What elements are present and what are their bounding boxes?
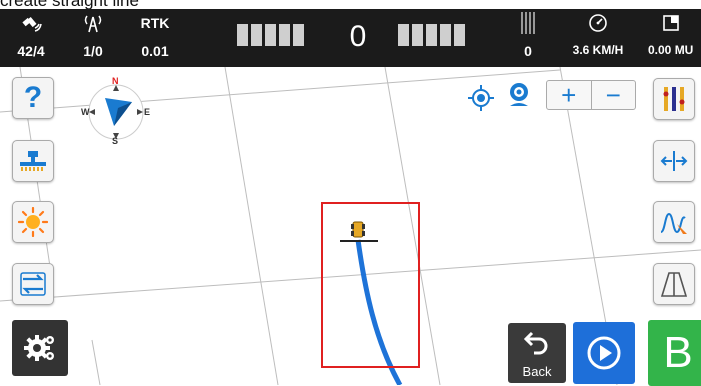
compass[interactable]: N S E W — [80, 76, 152, 146]
back-button[interactable]: Back — [508, 323, 566, 383]
ab-line-button[interactable] — [653, 263, 695, 305]
rtk-value: 0.01 — [141, 43, 169, 59]
ab-line-icon — [660, 272, 688, 297]
speedometer-icon — [562, 13, 634, 33]
help-icon: ? — [23, 81, 43, 114]
area-value: 0.00 MU — [648, 43, 694, 57]
satellite-count: 42/4 — [17, 43, 45, 59]
locate-button[interactable] — [467, 84, 495, 112]
compass-n: N — [112, 76, 119, 86]
implement-settings-button[interactable] — [12, 140, 54, 182]
tractor-icon — [351, 221, 365, 238]
implement-icon — [20, 151, 46, 171]
row-count-value: 0 — [524, 43, 532, 59]
set-point-b-button[interactable]: B — [648, 320, 701, 386]
compass-w: W — [81, 107, 90, 117]
zoom-in-button[interactable]: + — [547, 81, 591, 109]
rows-icon — [497, 12, 559, 34]
caption-text: create straight line — [0, 0, 701, 9]
switch-line-button[interactable] — [12, 263, 54, 305]
right-deviation-bars — [398, 24, 465, 46]
shift-arrows-icon — [660, 151, 688, 171]
start-button[interactable] — [573, 322, 635, 384]
speed-status[interactable]: 3.6 KM/H — [562, 9, 634, 67]
speed-value: 3.6 KM/H — [572, 43, 624, 57]
left-deviation-bars — [237, 24, 304, 46]
shift-line-button[interactable] — [653, 140, 695, 182]
zoom-out-button[interactable]: − — [590, 81, 636, 109]
deviation-counter: 0 — [349, 20, 367, 53]
back-label: Back — [522, 364, 552, 379]
curve-icon — [660, 212, 687, 234]
zoom-control: + − — [546, 80, 636, 110]
switch-icon — [20, 272, 46, 296]
status-bar: 42/4 1/0 RTK 0.01 0 0 3.6 KM/H 0.00 MU — [0, 9, 701, 67]
rtk-status[interactable]: RTK 0.01 — [124, 9, 186, 67]
compass-e: E — [144, 107, 151, 117]
row-guidance-button[interactable] — [653, 78, 695, 120]
undo-arrow-icon — [524, 331, 548, 355]
antenna-icon — [62, 13, 124, 33]
highlight-box — [321, 202, 420, 368]
help-button[interactable]: ? — [12, 77, 54, 119]
compass-s: S — [112, 136, 119, 146]
locate-icon — [468, 85, 494, 111]
play-icon — [587, 336, 621, 370]
sun-icon — [18, 207, 48, 237]
rows-guidance-icon — [663, 87, 685, 111]
gear-icon — [24, 335, 54, 361]
satellite-icon — [0, 13, 62, 33]
base-count: 1/0 — [83, 43, 103, 59]
rtk-label: RTK — [140, 15, 170, 31]
row-count-status[interactable]: 0 — [497, 9, 559, 67]
camera-icon — [510, 83, 528, 106]
display-brightness-button[interactable] — [12, 201, 54, 243]
curve-line-button[interactable] — [653, 201, 695, 243]
camera-button[interactable] — [505, 80, 533, 110]
travel-path — [355, 239, 403, 385]
satellite-status[interactable]: 42/4 — [0, 9, 62, 67]
area-status[interactable]: 0.00 MU — [640, 9, 701, 67]
base-station-status[interactable]: 1/0 — [62, 9, 124, 67]
area-icon — [640, 13, 701, 33]
settings-button[interactable] — [12, 320, 68, 376]
